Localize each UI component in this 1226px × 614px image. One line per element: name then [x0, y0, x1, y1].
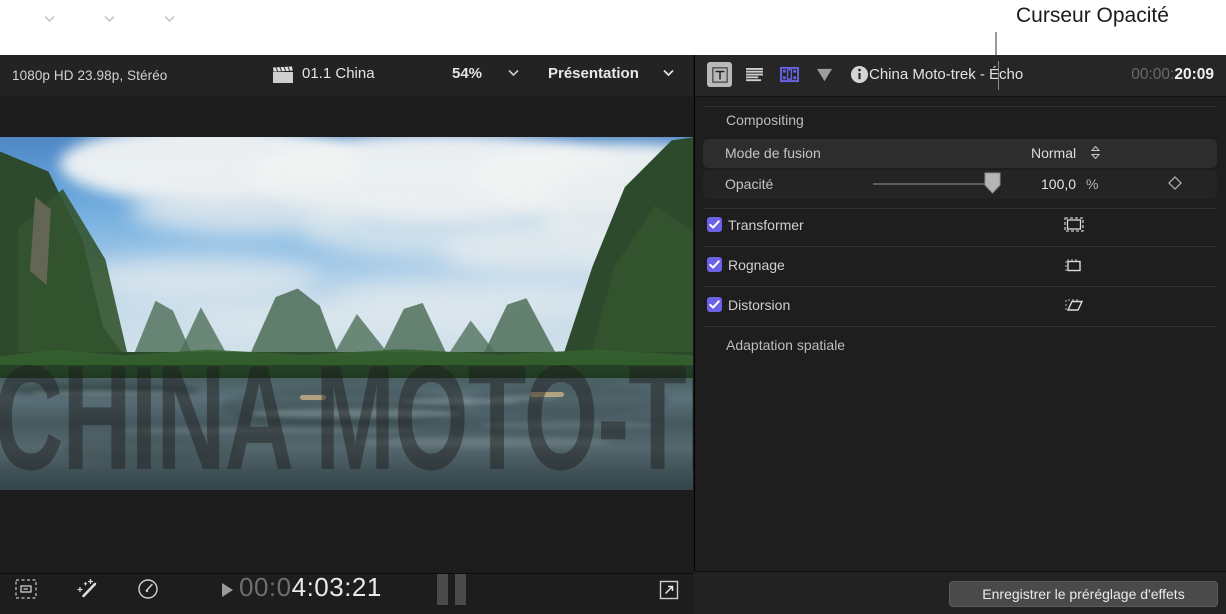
text-lines-icon[interactable]: [742, 62, 767, 87]
echo-text-overlay: CHINA MOTO-TREK: [0, 345, 693, 490]
header-divider: [998, 61, 999, 90]
video-frame: CHINA MOTO-TREK China Moto-trek Guilin-Y…: [0, 137, 693, 490]
divider: [703, 208, 1217, 209]
project-name-label: 01.1 China: [302, 65, 375, 82]
viewer-resolution-label: 1080p HD 23.98p, Stéréo: [12, 68, 167, 83]
keyframe-diamond-icon[interactable]: [1168, 176, 1182, 190]
timecode-lit-part: 20:09: [1174, 66, 1214, 83]
transform-label: Transformer: [728, 217, 804, 233]
viewer-timecode[interactable]: 00:04:03:21: [239, 572, 382, 603]
distort-checkbox[interactable]: [707, 297, 722, 312]
chevron-down-icon[interactable]: [44, 15, 55, 22]
play-icon[interactable]: [222, 583, 233, 597]
opacity-value[interactable]: 100,0: [1041, 176, 1076, 192]
timecode-dim-part: 00:0: [239, 572, 292, 602]
divider: [703, 246, 1217, 247]
viewer-canvas[interactable]: CHINA MOTO-TREK China Moto-trek Guilin-Y…: [0, 96, 693, 573]
transform-icon[interactable]: [14, 578, 36, 598]
viewer-pane: 1080p HD 23.98p, Stéréo 01.1 China 54% P…: [0, 55, 693, 614]
transform-box-icon[interactable]: [1062, 215, 1086, 235]
screenshot-root: Curseur Opacité 1080p HD 23.98p, Stéréo …: [0, 0, 1226, 614]
transform-checkbox[interactable]: [707, 217, 722, 232]
distort-box-icon[interactable]: [1062, 295, 1086, 315]
crop-box-icon[interactable]: [1062, 255, 1086, 275]
timecode-lit-part: 4:03:21: [292, 572, 382, 602]
opacity-unit: %: [1086, 176, 1098, 192]
crop-checkbox[interactable]: [707, 257, 722, 272]
clapperboard-icon: [272, 66, 294, 84]
divider: [703, 326, 1217, 327]
distort-label: Distorsion: [728, 297, 790, 313]
chevron-down-icon[interactable]: [663, 69, 674, 76]
pause-icon[interactable]: [437, 574, 466, 605]
inspector-tabs: [707, 62, 872, 87]
magic-wand-icon[interactable]: [76, 577, 98, 597]
inspector-timecode: 00:00:20:09: [1131, 66, 1214, 84]
opacity-slider-track[interactable]: [873, 183, 993, 185]
triangle-filter-icon[interactable]: [812, 62, 837, 87]
divider: [703, 106, 1217, 107]
save-effects-preset-button[interactable]: Enregistrer le préréglage d'effets: [949, 581, 1218, 607]
filmstrip-icon[interactable]: [777, 62, 802, 87]
inspector-header: China Moto-trek - Écho 00:00:20:09: [695, 55, 1226, 97]
divider: [703, 286, 1217, 287]
chevron-down-icon[interactable]: [164, 15, 175, 22]
blend-mode-row[interactable]: Mode de fusion: [703, 139, 1217, 168]
opacity-label: Opacité: [725, 176, 773, 192]
stepper-arrows-icon[interactable]: [1091, 146, 1100, 159]
inspector-clip-title: China Moto-trek - Écho: [869, 66, 1023, 83]
compositing-group-title: Compositing: [726, 112, 804, 128]
chevron-down-icon[interactable]: [508, 69, 519, 76]
callout-label: Curseur Opacité: [1016, 4, 1169, 28]
blend-mode-label: Mode de fusion: [725, 145, 821, 161]
chevron-down-icon[interactable]: [104, 15, 115, 22]
spatial-group-title: Adaptation spatiale: [726, 337, 845, 353]
viewer-toolbar: 1080p HD 23.98p, Stéréo 01.1 China 54% P…: [0, 55, 693, 97]
opacity-slider-handle[interactable]: [984, 172, 1001, 194]
zoom-level-label[interactable]: 54%: [452, 65, 482, 82]
text-inspector-tab[interactable]: [707, 62, 732, 87]
blend-mode-value[interactable]: Normal: [1031, 145, 1076, 161]
timecode-dim-part: 00:00:: [1131, 66, 1174, 83]
crop-label: Rognage: [728, 257, 785, 273]
fullscreen-icon[interactable]: [659, 580, 679, 600]
speedometer-icon[interactable]: [136, 578, 158, 598]
view-menu-label[interactable]: Présentation: [548, 65, 639, 82]
